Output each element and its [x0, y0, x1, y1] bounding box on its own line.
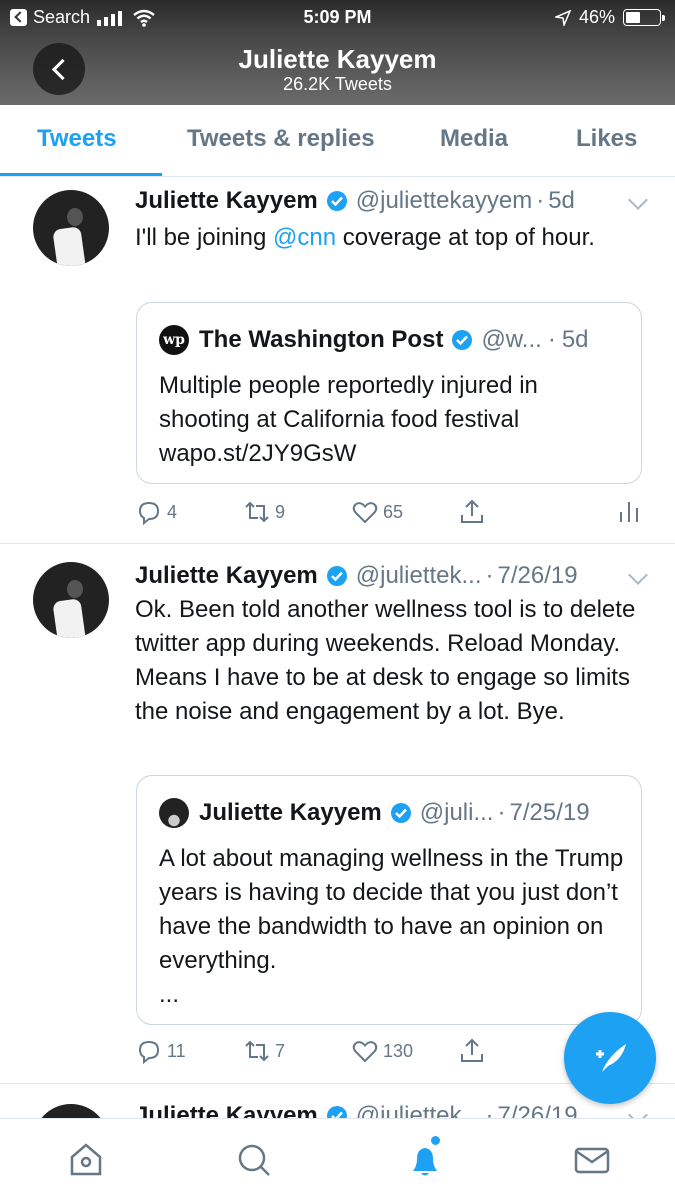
- notification-dot: [431, 1136, 440, 1145]
- quote-author-handle: @juli...: [419, 799, 494, 826]
- compose-icon: [596, 1044, 626, 1072]
- like-icon: [352, 502, 378, 524]
- battery-icon: [623, 9, 665, 26]
- tweet-actions: 4 9 65: [135, 498, 655, 532]
- home-icon: [70, 1143, 102, 1176]
- quote-text: Multiple people reportedly injured in sh…: [159, 372, 538, 467]
- quote-text: A lot about managing wellness in the Tru…: [159, 845, 624, 1008]
- quote-avatar: [159, 798, 189, 828]
- tweet-time: 5d: [548, 187, 575, 214]
- separator: ·: [536, 187, 545, 214]
- quoted-tweet[interactable]: Juliette Kayyem @juli... · 7/25/19 A lot…: [136, 775, 642, 1025]
- verified-icon: [390, 803, 411, 823]
- author-name[interactable]: Juliette Kayyem: [135, 562, 318, 590]
- retweet-button[interactable]: 9: [243, 498, 285, 526]
- analytics-icon: [620, 502, 638, 522]
- status-right: 46%: [554, 7, 665, 28]
- like-button[interactable]: 130: [351, 1037, 413, 1065]
- author-name[interactable]: Juliette Kayyem: [135, 187, 318, 215]
- tab-likes[interactable]: Likes: [576, 125, 637, 153]
- nav-search[interactable]: [234, 1140, 274, 1180]
- tweet-header: Juliette Kayyem @juliettek... · 7/26/19: [135, 562, 578, 590]
- share-icon: [461, 499, 483, 523]
- retweet-icon: [245, 501, 269, 523]
- retweet-count: 9: [275, 501, 286, 522]
- battery-percent: 46%: [578, 7, 615, 27]
- retweet-count: 7: [275, 1040, 286, 1061]
- share-icon: [461, 1038, 483, 1062]
- verified-icon: [326, 191, 347, 211]
- share-button[interactable]: [458, 1037, 486, 1065]
- search-icon: [238, 1144, 270, 1176]
- messages-icon: [574, 1147, 610, 1174]
- reply-button[interactable]: 11: [135, 1037, 186, 1065]
- tweet-text: I'll be joining @cnn coverage at top of …: [135, 224, 595, 251]
- profile-name: Juliette Kayyem: [238, 44, 437, 74]
- reply-icon: [138, 1040, 160, 1065]
- quoted-tweet[interactable]: wp The Washington Post @w... · 5d Multip…: [136, 302, 642, 484]
- nav-home[interactable]: [66, 1140, 106, 1180]
- quote-ellipsis: ...: [159, 981, 180, 1008]
- author-handle: @juliettekayyem: [355, 187, 533, 214]
- chevron-down-icon[interactable]: [628, 190, 648, 210]
- quote-header: Juliette Kayyem @juli... · 7/25/19: [159, 798, 590, 828]
- tab-tweets-replies[interactable]: Tweets & replies: [187, 125, 375, 153]
- tab-media[interactable]: Media: [440, 125, 508, 153]
- tweet-count: 26.2K Tweets: [283, 74, 392, 94]
- quote-time: 7/25/19: [509, 799, 590, 826]
- profile-tabs: Tweets Tweets & replies Media Likes: [0, 105, 675, 177]
- reply-count: 4: [167, 501, 178, 522]
- author-handle: @juliettek...: [355, 562, 482, 589]
- avatar[interactable]: [33, 190, 109, 266]
- tweet[interactable]: Juliette Kayyem @juliettek... · 7/26/19 …: [0, 544, 675, 1084]
- like-count: 130: [383, 1040, 414, 1061]
- mention-link[interactable]: @cnn: [273, 224, 336, 251]
- quote-author-handle: @w...: [481, 326, 542, 353]
- tweet[interactable]: Juliette Kayyem @juliettekayyem · 5d I'l…: [0, 177, 675, 544]
- nav-notifications[interactable]: [405, 1136, 445, 1180]
- share-button[interactable]: [458, 498, 486, 526]
- verified-icon: [326, 566, 347, 586]
- compose-tweet-button[interactable]: [564, 1012, 656, 1104]
- avatar[interactable]: [33, 562, 109, 638]
- like-count: 65: [383, 501, 404, 522]
- tweet-text: Ok. Been told another wellness tool is t…: [135, 596, 636, 725]
- quote-author-name: The Washington Post: [199, 326, 444, 353]
- washington-post-logo: wp: [159, 325, 189, 355]
- separator: ·: [497, 799, 506, 826]
- reply-icon: [138, 501, 160, 526]
- tab-tweets[interactable]: Tweets: [37, 125, 117, 153]
- profile-header: Search 5:09 PM 46% Juliette Kayyem 26.2K…: [0, 0, 675, 105]
- notifications-icon: [413, 1148, 437, 1176]
- tweet-header: Juliette Kayyem @juliettekayyem · 5d: [135, 187, 575, 215]
- quote-header: wp The Washington Post @w... · 5d: [159, 325, 589, 355]
- like-icon: [352, 1041, 378, 1063]
- separator: ·: [547, 326, 556, 353]
- tweet-time: 7/26/19: [497, 562, 578, 589]
- reply-count: 11: [167, 1040, 186, 1061]
- active-tab-indicator: [0, 173, 162, 176]
- nav-messages[interactable]: [572, 1140, 612, 1180]
- separator: ·: [485, 562, 494, 589]
- quote-author-name: Juliette Kayyem: [199, 799, 382, 826]
- quote-time: 5d: [561, 326, 589, 353]
- chevron-down-icon[interactable]: [628, 565, 648, 585]
- status-bar: Search 5:09 PM 46%: [0, 0, 675, 36]
- like-button[interactable]: 65: [351, 498, 403, 526]
- location-icon: [554, 9, 571, 26]
- retweet-icon: [245, 1040, 269, 1062]
- analytics-button[interactable]: [615, 498, 643, 526]
- reply-button[interactable]: 4: [135, 498, 177, 526]
- retweet-button[interactable]: 7: [243, 1037, 285, 1065]
- verified-icon: [452, 330, 473, 350]
- bottom-nav: [0, 1118, 675, 1200]
